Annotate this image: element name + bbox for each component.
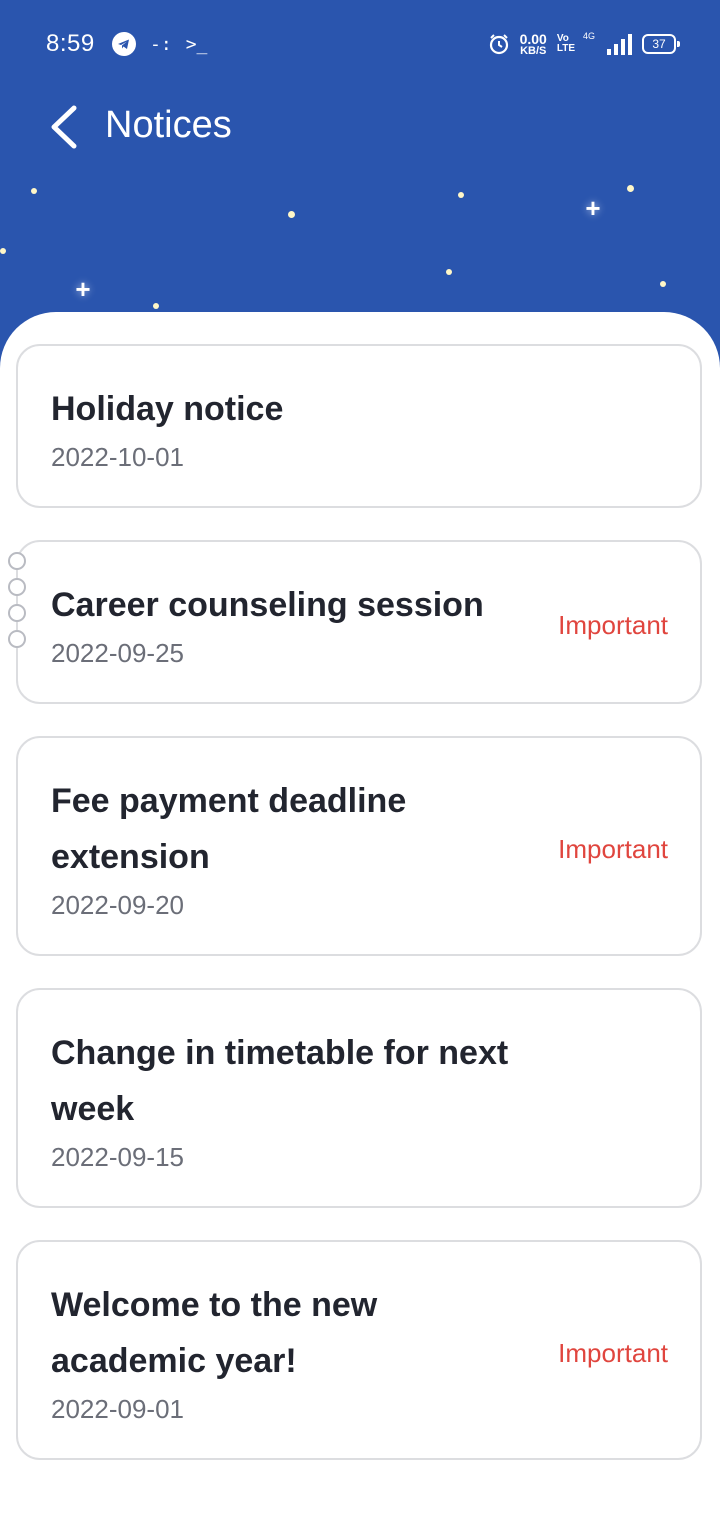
net-speed-unit: KB/S — [520, 44, 547, 57]
important-badge: Important — [558, 834, 668, 864]
notice-card[interactable]: Holiday notice 2022-10-01 — [16, 344, 702, 508]
telegram-icon — [112, 32, 136, 56]
net-speed-value: 0.00 — [519, 30, 547, 47]
star-decoration — [0, 248, 6, 254]
notice-card[interactable]: Welcome to the new academic year! 2022-0… — [16, 1240, 702, 1460]
network-speed: 0.00 KB/S — [519, 30, 547, 57]
star-decoration — [31, 188, 37, 194]
signal-icon: 4G — [583, 31, 632, 55]
notice-title: Career counseling session — [51, 586, 484, 624]
drag-handle[interactable] — [8, 552, 26, 656]
dots-icon: -: — [150, 33, 172, 55]
important-badge: Important — [558, 610, 668, 640]
star-decoration — [446, 269, 452, 275]
star-decoration — [660, 281, 666, 287]
notice-date: 2022-09-01 — [51, 1394, 184, 1424]
notice-title: Welcome to the new academic year! — [51, 1286, 378, 1380]
nav-bar: Notices — [0, 96, 720, 156]
notice-date: 2022-09-20 — [51, 890, 184, 920]
drag-dot — [8, 604, 26, 622]
notice-date: 2022-10-01 — [51, 442, 184, 472]
notice-title: Change in timetable for next week — [51, 1034, 509, 1128]
notice-title: Fee payment deadline extension — [51, 782, 407, 876]
star-decoration — [288, 211, 295, 218]
battery-icon: 37 — [642, 34, 680, 54]
notice-card[interactable]: Career counseling session 2022-09-25 Imp… — [16, 540, 702, 704]
status-right-icons: 0.00 KB/S Vo LTE 4G 37 — [488, 30, 680, 58]
star-decoration — [627, 185, 634, 192]
status-left-icons: -: >_ — [112, 30, 207, 58]
page-title: Notices — [105, 104, 232, 146]
notice-date: 2022-09-15 — [51, 1142, 184, 1172]
drag-dot — [8, 630, 26, 648]
star-decoration — [458, 192, 464, 198]
important-badge: Important — [558, 1338, 668, 1368]
status-bar: 8:59 -: >_ 0.00 KB/S Vo LTE 4G 37 — [0, 0, 720, 88]
chevron-left-icon[interactable] — [46, 104, 80, 150]
drag-dot — [8, 552, 26, 570]
alarm-icon — [489, 34, 508, 55]
volte-bottom: LTE — [556, 43, 575, 54]
notice-card[interactable]: Fee payment deadline extension 2022-09-2… — [16, 736, 702, 956]
notice-card[interactable]: Change in timetable for next week 2022-0… — [16, 988, 702, 1208]
drag-dot — [8, 578, 26, 596]
network-type: 4G — [583, 31, 596, 41]
terminal-icon: >_ — [185, 33, 208, 55]
sparkle-icon: + — [585, 193, 601, 223]
status-time: 8:59 — [46, 30, 95, 57]
volte-indicator: Vo LTE — [557, 34, 575, 54]
notice-date: 2022-09-25 — [51, 638, 184, 668]
star-decoration — [153, 303, 159, 309]
notice-title: Holiday notice — [51, 390, 284, 428]
sparkle-icon: + — [75, 274, 91, 304]
